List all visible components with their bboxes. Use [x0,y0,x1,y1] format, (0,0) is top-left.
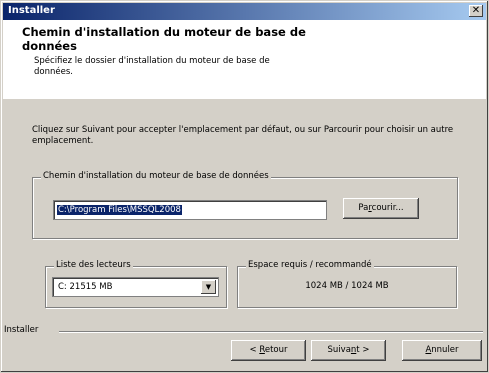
space-legend: Espace requis / recommandé [246,260,374,270]
window-title: Installer [8,5,55,16]
install-path-input[interactable]: C:\Program Files\MSSQL2008 [53,200,327,220]
install-path-group: Chemin d'installation du moteur de base … [32,171,458,239]
header-panel: Chemin d'installation du moteur de base … [3,20,486,99]
drive-select[interactable]: C: 21515 MB ▼ [52,277,219,297]
next-button[interactable]: Suivant > [311,340,386,361]
drives-legend: Liste des lecteurs [54,260,133,270]
installer-window: Installer ✕ Chemin d'installation du mot… [0,0,489,373]
drive-select-value: C: 21515 MB [58,282,113,292]
footer-brand: Installer [4,325,39,335]
browse-button[interactable]: Parcourir... [343,198,419,219]
title-bar: Installer ✕ [3,3,486,20]
page-subtitle: Spécifiez le dossier d'installation du m… [34,56,270,77]
drives-group: Liste des lecteurs C: 21515 MB ▼ [45,260,227,308]
cancel-button[interactable]: Annuler [402,340,482,361]
chevron-down-icon[interactable]: ▼ [201,280,216,294]
install-path-value: C:\Program Files\MSSQL2008 [57,205,182,215]
page-title: Chemin d'installation du moteur de base … [22,25,306,53]
space-value: 1024 MB / 1024 MB [305,281,389,291]
header-divider [3,98,486,99]
space-group: Espace requis / recommandé 1024 MB / 102… [237,260,457,308]
back-button[interactable]: < Retour [231,340,306,361]
install-path-legend: Chemin d'installation du moteur de base … [41,171,271,181]
instructions-text: Cliquez sur Suivant pour accepter l'empl… [32,125,454,146]
close-icon[interactable]: ✕ [469,5,483,17]
footer-divider [59,331,483,332]
